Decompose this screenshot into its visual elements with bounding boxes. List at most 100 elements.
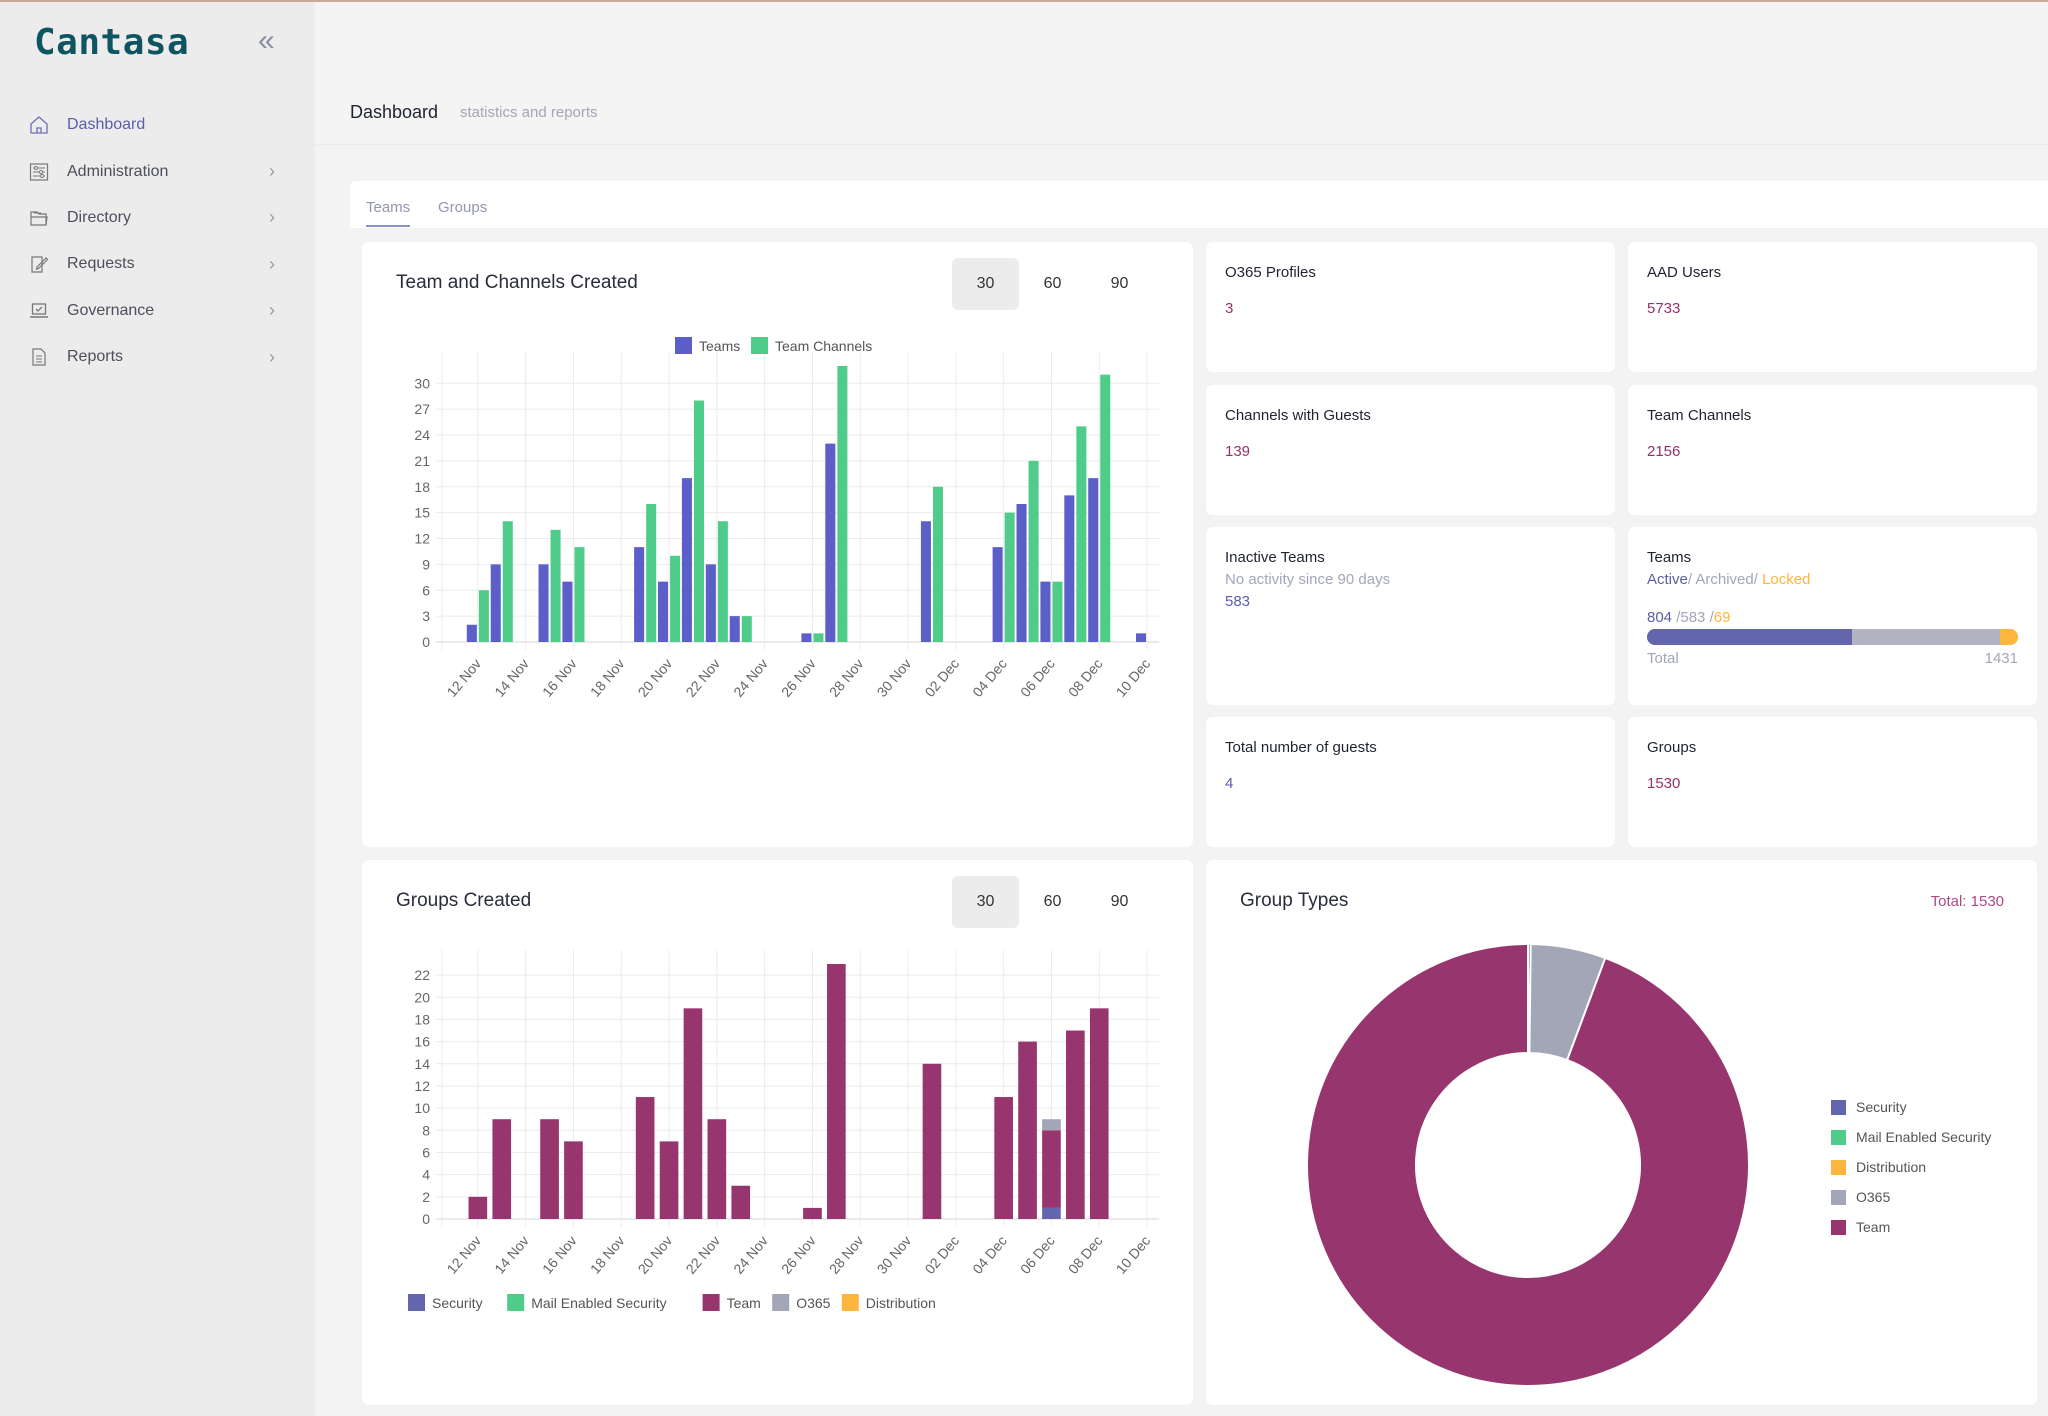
bar-security: [1042, 1207, 1061, 1219]
stat-value: 139: [1225, 443, 1251, 460]
y-tick-label: 15: [414, 505, 430, 521]
bar-team: [731, 1185, 751, 1219]
stat-card-groups[interactable]: Groups 1530: [1628, 717, 2037, 847]
y-tick-label: 14: [414, 1056, 430, 1072]
sidebar-item-label: Requests: [67, 255, 135, 273]
laptop-check-icon: [28, 300, 50, 322]
y-tick-label: 10: [414, 1100, 430, 1116]
stat-card-team-channels[interactable]: Team Channels 2156: [1628, 385, 2037, 515]
bar-team: [492, 1119, 512, 1219]
bar-teams: [1136, 633, 1147, 642]
y-tick-label: 3: [422, 608, 430, 624]
stat-card-inactive-teams[interactable]: Inactive Teams No activity since 90 days…: [1206, 527, 1615, 705]
bar-team-channels: [478, 590, 489, 642]
x-tick-label: 12 Nov: [443, 656, 484, 700]
bar-teams: [681, 478, 692, 642]
stat-card-o365-profiles[interactable]: O365 Profiles 3: [1206, 242, 1615, 372]
x-tick-label: 08 Dec: [1065, 656, 1106, 700]
bar-teams: [634, 547, 645, 642]
active-label: Active: [1647, 571, 1688, 588]
sidebar-nav: Dashboard Administration › Directory › R…: [0, 102, 315, 380]
x-tick-label: 02 Dec: [921, 1233, 962, 1277]
stat-card-channels-with-guests[interactable]: Channels with Guests 139: [1206, 385, 1615, 515]
bar-team: [1042, 1130, 1061, 1208]
y-tick-label: 18: [414, 479, 430, 495]
x-tick-label: 30 Nov: [874, 1233, 915, 1277]
y-tick-label: 8: [422, 1122, 430, 1138]
folder-icon: [28, 207, 50, 229]
y-tick-label: 12: [414, 1078, 430, 1094]
stat-card-aad-users[interactable]: AAD Users 5733: [1628, 242, 2037, 372]
total-value: 1431: [1984, 650, 2018, 667]
x-tick-label: 14 Nov: [491, 656, 532, 700]
legend-item[interactable]: Security: [1831, 1092, 1991, 1122]
y-tick-label: 21: [414, 453, 430, 469]
legend-item[interactable]: Distribution: [1831, 1152, 1991, 1182]
x-tick-label: 14 Nov: [491, 1233, 532, 1277]
sidebar-item-requests[interactable]: Requests ›: [0, 241, 315, 287]
x-tick-label: 06 Dec: [1017, 1233, 1058, 1277]
tab-teams[interactable]: Teams: [366, 199, 411, 227]
bar-teams: [825, 443, 836, 642]
bar-teams: [801, 633, 812, 642]
y-tick-label: 24: [414, 427, 430, 443]
x-tick-label: 20 Nov: [635, 1233, 676, 1277]
x-tick-label: 30 Nov: [874, 656, 915, 700]
y-tick-label: 0: [422, 1211, 430, 1227]
page-subtitle: statistics and reports: [460, 104, 598, 121]
sidebar-item-governance[interactable]: Governance ›: [0, 288, 315, 334]
group-types-legend: Security Mail Enabled Security Distributio…: [1831, 1092, 1991, 1242]
tab-groups[interactable]: Groups: [438, 199, 487, 225]
legend-item[interactable]: Mail Enabled Security: [1831, 1122, 1991, 1152]
bar-teams: [538, 564, 549, 642]
legend-label: O365: [1856, 1189, 1891, 1205]
stat-title: Groups: [1647, 739, 1697, 756]
locked-count: 69: [1713, 609, 1731, 626]
chevron-right-icon: ›: [269, 161, 275, 182]
sidebar-item-administration[interactable]: Administration ›: [0, 148, 315, 194]
bar-o365: [1042, 1119, 1061, 1131]
legend-swatch: [702, 1294, 720, 1311]
teams-status-legend: Active/ Archived/ Locked: [1647, 571, 1810, 588]
sidebar-item-directory[interactable]: Directory ›: [0, 195, 315, 241]
sidebar-item-dashboard[interactable]: Dashboard: [0, 102, 315, 148]
y-tick-label: 16: [414, 1034, 430, 1050]
stat-value: 3: [1225, 300, 1234, 317]
groups-created-chart: 0 2 4 6 8 10 12 14 16 18 20 22 12 Nov 14 Nov 16 Nov 18 …: [408, 950, 1159, 1311]
edit-document-icon: [28, 253, 50, 275]
stat-title: Team Channels: [1647, 407, 1752, 424]
stat-subtitle: No activity since 90 days: [1225, 571, 1391, 588]
x-tick-label: 26 Nov: [778, 656, 819, 700]
legend-swatch: [408, 1294, 425, 1311]
stat-card-total-guests[interactable]: Total number of guests 4: [1206, 717, 1615, 847]
home-icon: [28, 114, 50, 136]
bar-team: [827, 964, 846, 1219]
tab-bar: Teams Groups: [350, 181, 2048, 228]
bar-team-channels: [1076, 426, 1087, 642]
bar-team: [683, 1008, 703, 1219]
y-tick-label: 2: [422, 1189, 430, 1205]
stat-title: Teams: [1647, 549, 1692, 566]
bar-team: [468, 1196, 488, 1219]
stat-card-teams[interactable]: Teams Active/ Archived/ Locked 804 /583 …: [1628, 527, 2037, 705]
team-channels-chart: 0 3 6 9 12 15 18 21 24 27 30 12 Nov 14 Nov 16 Nov 18 N…: [414, 337, 1159, 700]
app-logo[interactable]: Cantasa: [34, 22, 189, 63]
total-label: Total: [1647, 650, 1679, 667]
bar-teams: [729, 616, 740, 642]
y-tick-label: 18: [414, 1011, 430, 1027]
collapse-sidebar-icon[interactable]: «: [258, 26, 275, 56]
x-tick-label: 16 Nov: [539, 1233, 580, 1277]
sidebar-item-label: Reports: [67, 348, 124, 366]
bar-team-channels: [646, 504, 657, 642]
y-tick-label: 20: [414, 989, 430, 1005]
x-tick-label: 12 Nov: [443, 1233, 484, 1277]
legend-swatch: [1831, 1219, 1846, 1235]
legend-item[interactable]: O365: [1831, 1182, 1991, 1212]
sidebar-item-reports[interactable]: Reports ›: [0, 334, 315, 380]
groups-chart-card: Groups Created 30 60 90 0 2 4 6 8 10 12 14 16 18 2…: [362, 860, 1193, 1405]
y-tick-label: 27: [414, 401, 430, 417]
bar-team-channels: [1052, 581, 1063, 642]
chevron-right-icon: ›: [269, 207, 275, 228]
legend-item[interactable]: Team: [1831, 1212, 1991, 1242]
x-tick-label: 28 Nov: [826, 656, 867, 700]
